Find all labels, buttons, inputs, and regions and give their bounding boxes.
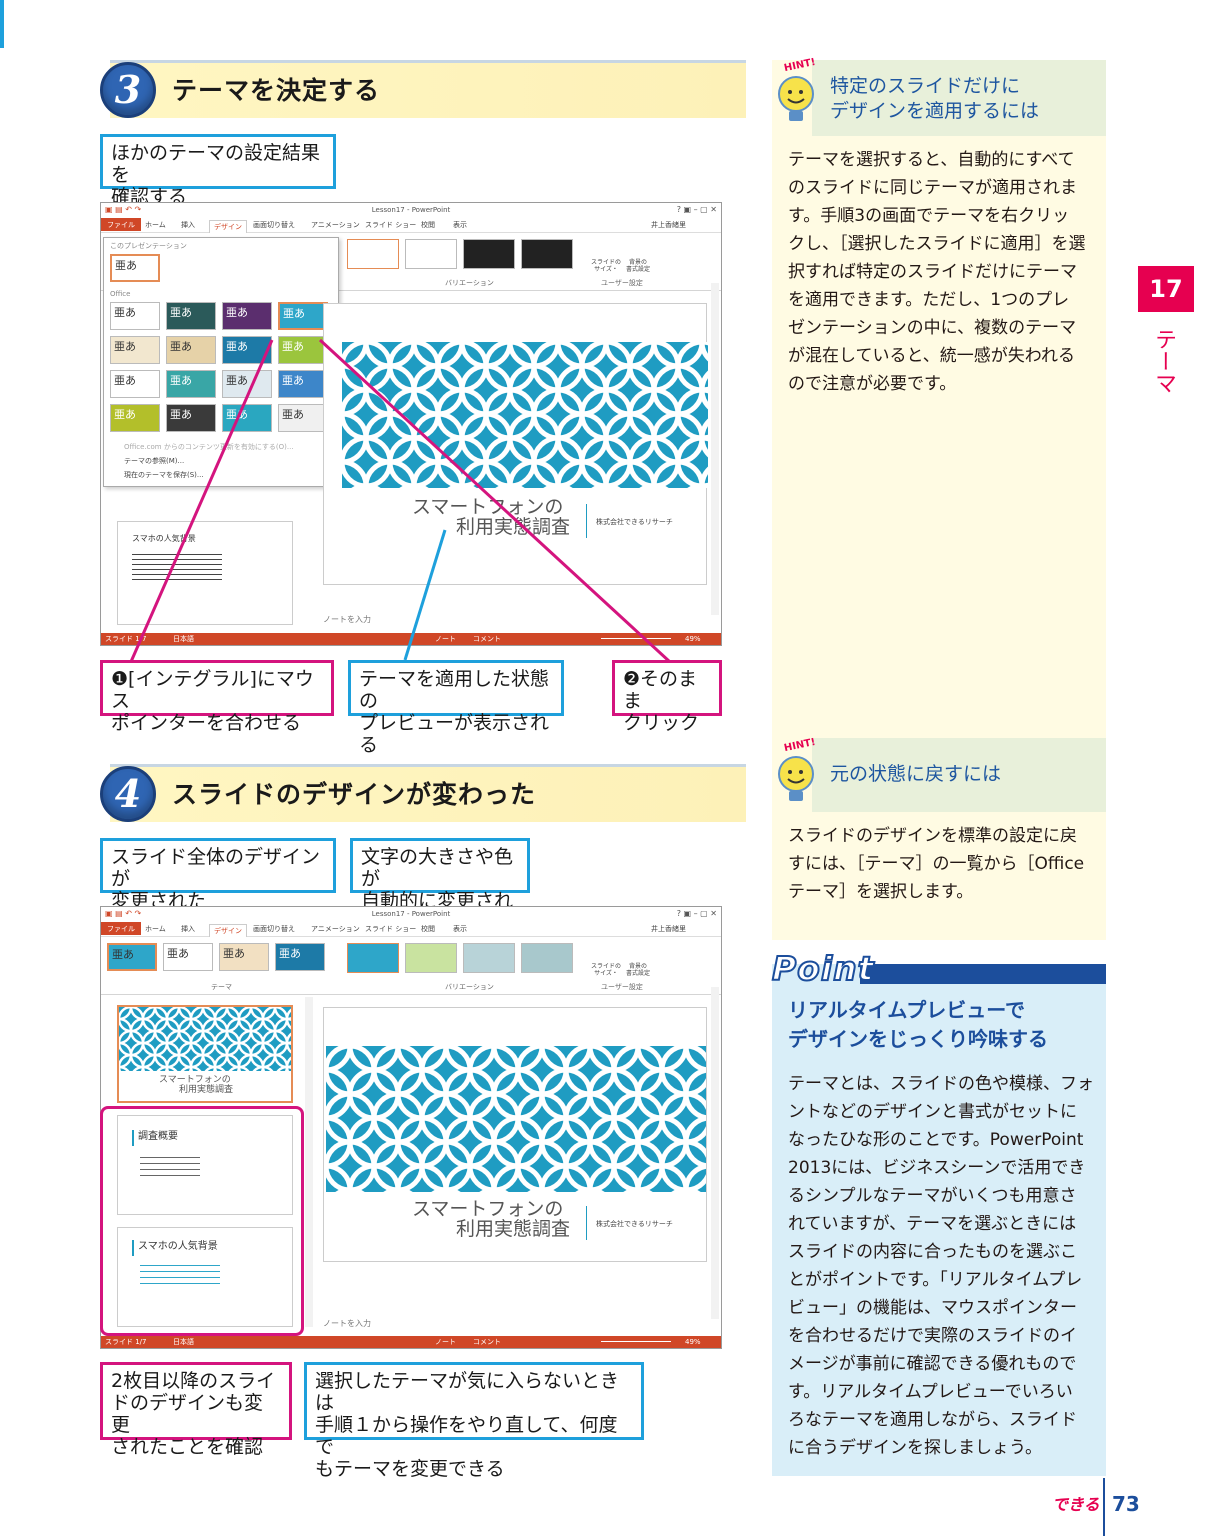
tab-home[interactable]: ホーム	[145, 924, 166, 934]
chapter-number-tab: 17	[1138, 266, 1194, 312]
slide-thumbnail-1[interactable]: スマートフォンの 利用実態調査	[117, 1005, 293, 1103]
chapter-label-text: テーマ	[1151, 328, 1176, 394]
highlight-slides-2-3	[100, 1106, 304, 1336]
hint1-body: テーマを選択すると、自動的にすべて のスライドに同じテーマが適用されま す。手順…	[788, 150, 1086, 394]
window-controls-2[interactable]: ? ▣ – ▢ ✕	[677, 909, 717, 919]
point-header-bar	[860, 964, 1106, 984]
step4-callout-font-color: 文字の大きさや色が 自動的に変更される	[350, 838, 530, 934]
thumb1-title-1: スマートフォンの	[159, 1075, 231, 1085]
slide-pattern-band-2	[326, 1046, 706, 1192]
status-language: 日本語	[173, 1338, 194, 1346]
group-variation-label-2: バリエーション	[445, 983, 494, 991]
ribbon-theme-3[interactable]: 亜あ	[219, 943, 269, 971]
step4-callout-confirm: 2枚目以降のスライ ドのデザインも変更 されたことを確認	[100, 1362, 292, 1458]
step4-number-badge: 4	[100, 766, 156, 822]
hint2-body: スライドのデザインを標準の設定に戻 すには、［テーマ］の一覧から［Office …	[788, 826, 1085, 902]
main-slide-applied: スマートフォンの 利用実態調査 株式会社できるリサーチ	[323, 1007, 707, 1262]
tab-design[interactable]: デザイン	[209, 924, 247, 937]
variation-d[interactable]	[521, 943, 573, 973]
ribbon-2: 亜あ 亜あ 亜あ 亜あ テーマ バリエーション スライドの サイズ・ 背景の 書…	[101, 937, 721, 995]
variation-c[interactable]	[463, 943, 515, 973]
tab-review[interactable]: 校閲	[421, 924, 435, 934]
step4-callout-whole-design: スライド全体のデザインが 変更された	[100, 838, 336, 912]
slide-title-line2-b: 利用実態調査	[456, 1218, 571, 1240]
tab-insert[interactable]: 挿入	[181, 924, 195, 934]
ribbon-theme-integral[interactable]: 亜あ	[107, 943, 157, 971]
point-label: Point	[771, 949, 875, 989]
status-slide: スライド 1/7	[105, 1338, 147, 1346]
user-name: 井上香緒里	[651, 925, 686, 933]
footer-brand: できる	[1052, 1495, 1100, 1514]
callout-point-integral: ❶[インテグラル]にマウス ポインターを合わせる	[100, 660, 334, 734]
thumb-scrollbar[interactable]	[305, 997, 313, 1327]
point-title: リアルタイムプレビューで デザインをじっくり吟味する	[788, 998, 1048, 1051]
variation-b[interactable]	[405, 943, 457, 973]
footer-divider	[1103, 1478, 1105, 1536]
zoom-slider[interactable]	[601, 1341, 671, 1342]
status-notes[interactable]: ノート	[435, 1336, 456, 1348]
status-bar-2: スライド 1/7 日本語 ノート コメント 49%	[101, 1336, 721, 1348]
zoom-level[interactable]: 49%	[685, 1336, 701, 1348]
hint-bulb-icon	[778, 756, 814, 801]
slide-divider-b	[586, 1206, 587, 1240]
hint-bulb-icon	[778, 76, 814, 121]
callout-click: ❷そのまま クリック	[612, 660, 722, 734]
thumb1-pattern	[119, 1007, 291, 1071]
hint2-title: 元の状態に戻すには	[830, 763, 1002, 785]
bg-format-button-2[interactable]: 背景の 書式設定	[623, 963, 653, 977]
tab-slideshow[interactable]: スライド ショー	[365, 924, 416, 934]
tab-transitions[interactable]: 画面切り替え	[253, 924, 295, 934]
tab-animations[interactable]: アニメーション	[311, 924, 360, 934]
step4-title: スライドのデザインが変わった	[172, 780, 537, 809]
hint1-title: 特定のスライドだけに デザインを適用するには	[830, 75, 1040, 122]
step3-leader-lines	[128, 338, 672, 665]
slide-size-button-2[interactable]: スライドの サイズ・	[589, 963, 623, 977]
ribbon-theme-2[interactable]: 亜あ	[163, 943, 213, 971]
tab-view[interactable]: 表示	[453, 924, 467, 934]
step4-callout-redo: 選択したテーマが気に入らないときは 手順１から操作をやり直して、何度で もテーマ…	[304, 1362, 644, 1480]
group-user-label-2: ユーザー設定	[601, 983, 643, 991]
notes-pane-2[interactable]: ノートを入力	[323, 1319, 371, 1329]
page-number: 73	[1112, 1492, 1140, 1516]
quick-access-toolbar-2: ▣ ▤ ↶ ↷	[105, 909, 142, 918]
ribbon-tabs-2: ファイル ホーム 挿入 デザイン 画面切り替え アニメーション スライド ショー…	[101, 921, 721, 937]
chapter-label: テーマ	[1150, 328, 1180, 394]
status-comments[interactable]: コメント	[473, 1336, 501, 1348]
ribbon-theme-4[interactable]: 亜あ	[275, 943, 325, 971]
slide-title-line1-b: スマートフォンの	[412, 1198, 564, 1220]
point-body: テーマとは、スライドの色や模様、フォ ントなどのデザインと書式がセットに なった…	[788, 1074, 1094, 1458]
thumb1-title-2: 利用実態調査	[179, 1085, 234, 1095]
slide-company-b: 株式会社できるリサーチ	[596, 1220, 673, 1228]
tab-file[interactable]: ファイル	[101, 922, 141, 935]
group-theme-label: テーマ	[211, 983, 232, 991]
callout-preview-shown: テーマを適用した状態の プレビューが表示される	[348, 660, 564, 756]
vertical-scrollbar-2[interactable]	[711, 987, 719, 1319]
variation-a[interactable]	[347, 943, 399, 973]
